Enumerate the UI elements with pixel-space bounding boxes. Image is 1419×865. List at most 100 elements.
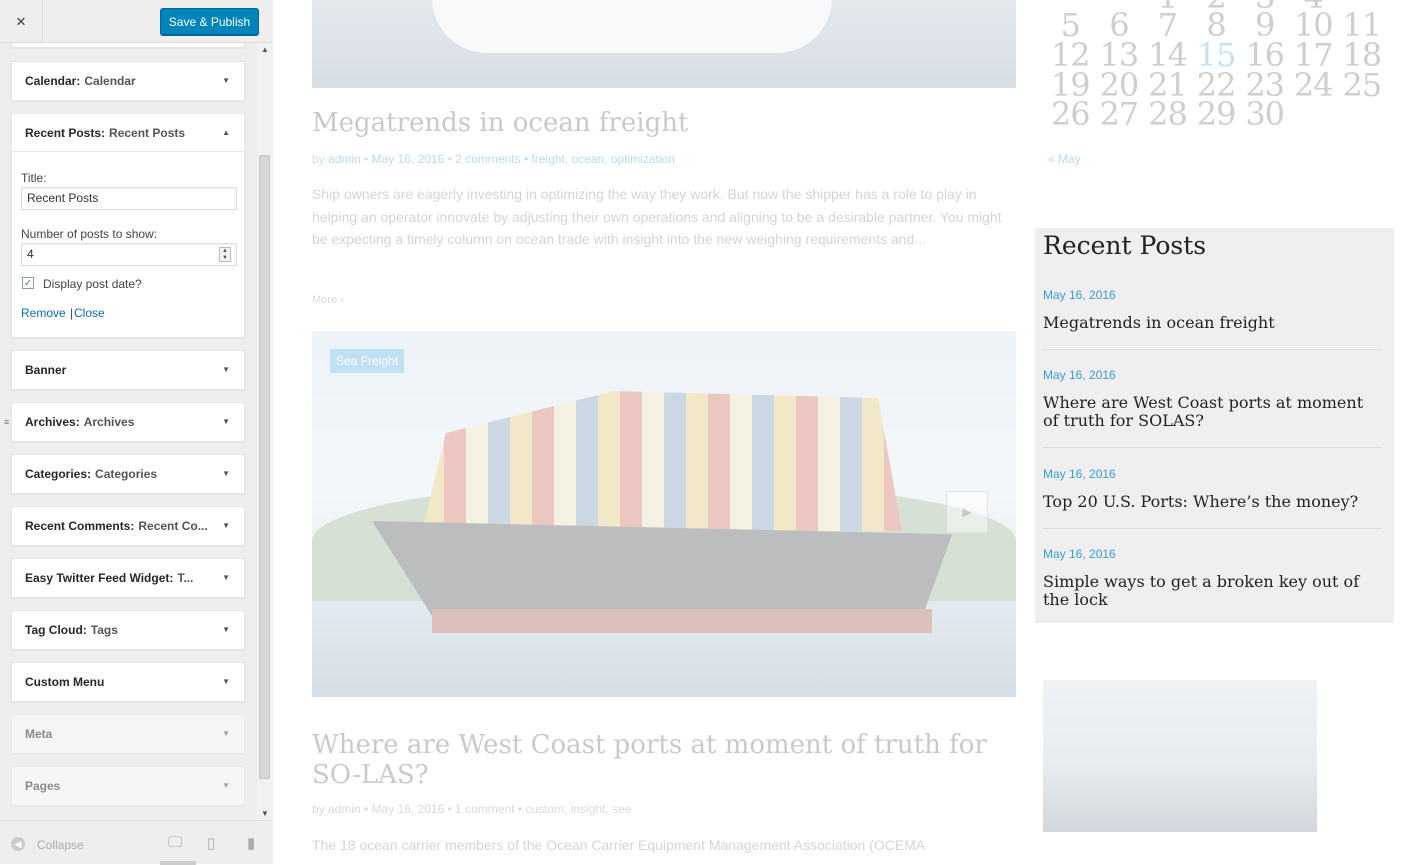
recent-posts-heading: Recent Posts — [1043, 231, 1207, 260]
hull-red-shape — [432, 609, 932, 633]
widget-type: Meta — [25, 727, 53, 741]
link-separator: | — [70, 306, 74, 320]
widget-type: Custom Menu — [25, 675, 105, 689]
collapse-icon[interactable]: ◀ — [11, 837, 25, 851]
meta-comments[interactable]: 2 comments — [455, 152, 520, 166]
widget-archives[interactable]: Archives: Archives ▼ — [11, 402, 245, 442]
caret-down-icon[interactable]: ▼ — [222, 781, 230, 790]
widget-type: Banner — [25, 363, 67, 377]
caret-down-icon[interactable]: ▼ — [222, 625, 230, 634]
caret-down-icon[interactable]: ▼ — [222, 76, 230, 85]
post-image-top — [312, 0, 1016, 88]
desktop-icon[interactable]: 🖵 — [168, 834, 182, 851]
customizer-header: × Save & Publish — [0, 0, 273, 43]
widget-partial-top — [11, 43, 245, 48]
tablet-icon[interactable]: ▯ — [207, 834, 215, 852]
chevron-right-icon[interactable]: ▶ — [946, 491, 988, 533]
scrollbar-thumb[interactable] — [259, 155, 270, 779]
widget-list: Calendar: Calendar ▼ Recent Posts: Recent P… — [0, 43, 257, 820]
caret-down-icon[interactable]: ▼ — [222, 417, 230, 426]
close-icon[interactable]: × — [0, 0, 43, 43]
list-item: May 16, 2016 Megatrends in ocean freight — [1043, 288, 1381, 350]
meta-tags[interactable]: • freight, ocean, optimization — [524, 152, 675, 166]
widget-type: Recent Posts: — [25, 125, 106, 140]
widget-type: Pages — [25, 779, 61, 793]
number-label: Number of posts to show: — [21, 227, 158, 241]
caret-down-icon[interactable]: ▼ — [222, 365, 230, 374]
active-device-indicator — [160, 861, 196, 865]
display-date-checkbox[interactable]: ✓ — [22, 277, 34, 289]
sidebar-scrollbar[interactable]: ▲ ▼ — [257, 43, 273, 820]
widget-name: T... — [177, 571, 194, 585]
caret-down-icon[interactable]: ▼ — [222, 521, 230, 530]
post-image-ship: Sea Freight ▶ — [312, 331, 1016, 697]
list-item: May 16, 2016 Where are West Coast ports … — [1043, 368, 1381, 448]
caret-down-icon[interactable]: ▼ — [222, 469, 230, 478]
post-date: May 16, 2016 — [1043, 368, 1116, 382]
widget-name: Recent Posts — [109, 125, 186, 140]
title-input[interactable]: Recent Posts — [21, 187, 237, 210]
post-date: May 16, 2016 — [1043, 467, 1116, 481]
caret-down-icon[interactable]: ▼ — [222, 729, 230, 738]
post-excerpt: Ship owners are eagerly investing in opt… — [312, 186, 1002, 247]
scroll-down-icon[interactable]: ▼ — [261, 809, 269, 818]
widget-calendar[interactable]: Calendar: Calendar ▼ — [11, 61, 245, 101]
post-meta: by admin • May 16, 2016 • 1 comment • cu… — [312, 802, 632, 816]
resize-grip-icon[interactable]: ≡ — [4, 417, 9, 427]
caret-up-icon[interactable]: ▲ — [222, 128, 230, 137]
widget-pages[interactable]: Pages ▼ — [11, 766, 245, 806]
post-link[interactable]: Top 20 U.S. Ports: Where’s the money? — [1043, 493, 1381, 511]
widget-type: Archives: — [25, 415, 80, 429]
remove-link[interactable]: Remove — [21, 306, 66, 320]
close-link[interactable]: Close — [74, 306, 105, 320]
more-link[interactable]: More › — [312, 294, 344, 306]
post-date: May 16, 2016 — [1043, 547, 1116, 561]
widget-type: Recent Comments: — [25, 519, 135, 533]
caret-down-icon[interactable]: ▼ — [222, 677, 230, 686]
widget-name: Calendar — [84, 74, 136, 88]
post-date: May 16, 2016 — [1043, 288, 1116, 302]
post-excerpt: The 18 ocean carrier members of the Ocea… — [312, 837, 926, 853]
customizer-sidebar: × Save & Publish Calendar: Calendar ▼ Rece… — [0, 0, 273, 865]
list-item: May 16, 2016 Simple ways to get a broken… — [1043, 547, 1381, 609]
number-input[interactable]: 4 ▲ ▼ — [21, 243, 237, 266]
widget-banner[interactable]: Banner ▼ — [11, 350, 245, 390]
site-preview: Megatrends in ocean freight by admin • M… — [274, 0, 1419, 864]
meta-date[interactable]: May 16, 2016 — [372, 152, 445, 166]
widget-tag-cloud[interactable]: Tag Cloud: Tags ▼ — [11, 610, 245, 650]
category-badge[interactable]: Sea Freight — [330, 349, 405, 373]
widget-recent-comments[interactable]: Recent Comments: Recent Co... ▼ — [11, 506, 245, 546]
widget-twitter-feed[interactable]: Easy Twitter Feed Widget: T... ▼ — [11, 558, 245, 598]
post-link[interactable]: Simple ways to get a broken key out of t… — [1043, 573, 1381, 609]
number-value: 4 — [27, 247, 34, 261]
post-title[interactable]: Where are West Coast ports at moment of … — [312, 730, 1012, 790]
recent-posts-widget: Recent Posts May 16, 2016 Megatrends in … — [1035, 228, 1394, 623]
post-link[interactable]: Where are West Coast ports at moment of … — [1043, 394, 1381, 430]
calendar-row: 26 27 28 29 30 — [1050, 95, 1285, 133]
widget-name: Archives — [83, 415, 135, 429]
title-label: Title: — [21, 171, 47, 185]
scroll-up-icon[interactable]: ▲ — [261, 45, 269, 54]
post-link[interactable]: Megatrends in ocean freight — [1043, 314, 1381, 332]
widget-name: Tags — [90, 623, 118, 637]
meta-author[interactable]: admin — [328, 152, 361, 166]
widget-type: Tag Cloud: — [25, 623, 87, 637]
spinner-icon[interactable]: ▲ ▼ — [219, 247, 231, 262]
widget-categories[interactable]: Categories: Categories ▼ — [11, 454, 245, 494]
collapse-label[interactable]: Collapse — [37, 838, 84, 852]
post-title[interactable]: Megatrends in ocean freight — [312, 108, 688, 138]
widget-recent-posts: Recent Posts: Recent Posts ▲ Title: Recent… — [11, 113, 245, 338]
harbor-image — [1043, 680, 1317, 832]
widget-type: Easy Twitter Feed Widget: — [25, 571, 174, 585]
widget-meta[interactable]: Meta ▼ — [11, 714, 245, 754]
widget-type: Calendar: — [25, 74, 81, 88]
calendar-prev-link[interactable]: « May — [1048, 152, 1081, 166]
save-publish-button[interactable]: Save & Publish — [160, 8, 259, 35]
list-item: May 16, 2016 Top 20 U.S. Ports: Where’s … — [1043, 467, 1381, 529]
widget-name: Categories — [95, 467, 158, 481]
caret-down-icon[interactable]: ▼ — [222, 573, 230, 582]
widget-type: Categories: — [25, 467, 92, 481]
mobile-icon[interactable]: ▮ — [247, 834, 255, 852]
cargo-shape — [422, 391, 902, 531]
widget-custom-menu[interactable]: Custom Menu ▼ — [11, 662, 245, 702]
